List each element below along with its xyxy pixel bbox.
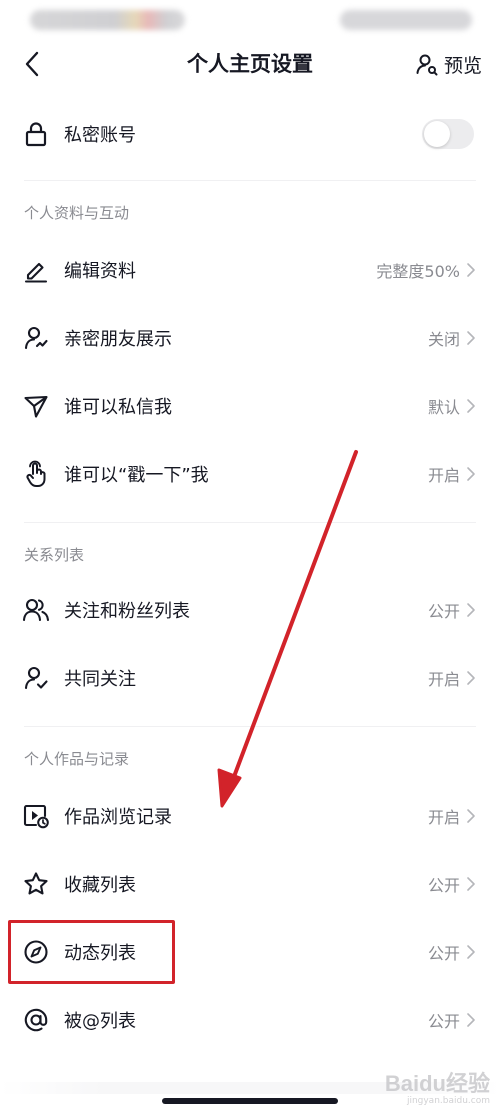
view-history-label: 作品浏览记录 bbox=[64, 807, 172, 828]
favorites-label: 收藏列表 bbox=[64, 875, 136, 896]
close-friend-icon bbox=[22, 324, 50, 352]
private-account-label: 私密账号 bbox=[64, 125, 136, 146]
poke-row[interactable]: 谁可以“戳一下”我 开启 bbox=[0, 440, 500, 508]
edit-profile-label: 编辑资料 bbox=[64, 261, 136, 282]
chevron-right-icon bbox=[466, 262, 476, 278]
chevron-right-icon bbox=[466, 944, 476, 960]
section-header-relations: 关系列表 bbox=[24, 546, 85, 564]
user-check-icon bbox=[22, 664, 50, 692]
activity-list-row[interactable]: 动态列表 公开 bbox=[0, 918, 500, 986]
chevron-right-icon bbox=[466, 670, 476, 686]
preview-label: 预览 bbox=[443, 54, 482, 77]
favorites-value: 公开 bbox=[427, 876, 460, 895]
mentions-label: 被@列表 bbox=[64, 1011, 136, 1032]
toggle-knob bbox=[424, 121, 450, 147]
private-account-toggle[interactable] bbox=[422, 119, 474, 149]
mutual-follow-row[interactable]: 共同关注 开启 bbox=[0, 644, 500, 712]
activity-list-value: 公开 bbox=[427, 944, 460, 963]
follow-fans-value: 公开 bbox=[427, 602, 460, 621]
chevron-right-icon bbox=[466, 876, 476, 892]
divider bbox=[24, 180, 476, 181]
view-history-value: 开启 bbox=[427, 808, 460, 827]
preview-button[interactable]: 预览 bbox=[415, 48, 482, 80]
status-bar-left-blurred bbox=[30, 10, 185, 30]
private-account-row[interactable]: 私密账号 bbox=[0, 100, 500, 168]
at-icon bbox=[22, 1006, 50, 1034]
poke-label: 谁可以“戳一下”我 bbox=[64, 465, 209, 486]
view-history-row[interactable]: 作品浏览记录 开启 bbox=[0, 782, 500, 850]
section-header-works: 个人作品与记录 bbox=[24, 750, 130, 768]
mentions-value: 公开 bbox=[427, 1012, 460, 1031]
mutual-follow-label: 共同关注 bbox=[64, 669, 136, 690]
back-button[interactable] bbox=[14, 46, 50, 82]
direct-message-value: 默认 bbox=[427, 398, 460, 417]
status-bar bbox=[0, 0, 500, 38]
video-history-icon bbox=[22, 802, 50, 830]
close-friends-value: 关闭 bbox=[427, 330, 460, 349]
favorites-row[interactable]: 收藏列表 公开 bbox=[0, 850, 500, 918]
activity-list-label: 动态列表 bbox=[64, 943, 136, 964]
follow-fans-label: 关注和粉丝列表 bbox=[64, 601, 190, 622]
edit-profile-value: 完整度50% bbox=[376, 262, 460, 281]
home-indicator[interactable] bbox=[162, 1098, 338, 1104]
close-friends-label: 亲密朋友展示 bbox=[64, 329, 172, 350]
direct-message-label: 谁可以私信我 bbox=[64, 397, 172, 418]
chevron-right-icon bbox=[466, 1012, 476, 1028]
poke-value: 开启 bbox=[427, 466, 460, 485]
section-header-profile: 个人资料与互动 bbox=[24, 204, 130, 222]
mentions-row[interactable]: 被@列表 公开 bbox=[0, 986, 500, 1054]
chevron-right-icon bbox=[466, 808, 476, 824]
chevron-right-icon bbox=[466, 466, 476, 482]
follow-fans-row[interactable]: 关注和粉丝列表 公开 bbox=[0, 576, 500, 644]
status-bar-right-blurred bbox=[340, 10, 472, 30]
mutual-follow-value: 开启 bbox=[427, 670, 460, 689]
chevron-right-icon bbox=[466, 398, 476, 414]
divider bbox=[24, 522, 476, 523]
users-icon bbox=[22, 596, 50, 624]
tap-hand-icon bbox=[22, 460, 50, 488]
chevron-right-icon bbox=[466, 602, 476, 618]
user-preview-icon bbox=[416, 54, 438, 76]
compass-icon bbox=[22, 938, 50, 966]
chevron-left-icon bbox=[25, 51, 39, 77]
star-icon bbox=[22, 870, 50, 898]
lock-icon bbox=[22, 120, 50, 148]
close-friends-row[interactable]: 亲密朋友展示 关闭 bbox=[0, 304, 500, 372]
divider bbox=[24, 726, 476, 727]
nav-bar: 个人主页设置 预览 bbox=[0, 38, 500, 90]
edit-icon bbox=[22, 256, 50, 284]
watermark-text: Baidu经验 bbox=[384, 1071, 490, 1096]
watermark: Baidu经验 jingyan.baidu.com bbox=[385, 1066, 490, 1106]
chevron-right-icon bbox=[466, 330, 476, 346]
send-icon bbox=[22, 392, 50, 420]
edit-profile-row[interactable]: 编辑资料 完整度50% bbox=[0, 236, 500, 304]
watermark-subtext: jingyan.baidu.com bbox=[406, 1096, 490, 1106]
direct-message-row[interactable]: 谁可以私信我 默认 bbox=[0, 372, 500, 440]
